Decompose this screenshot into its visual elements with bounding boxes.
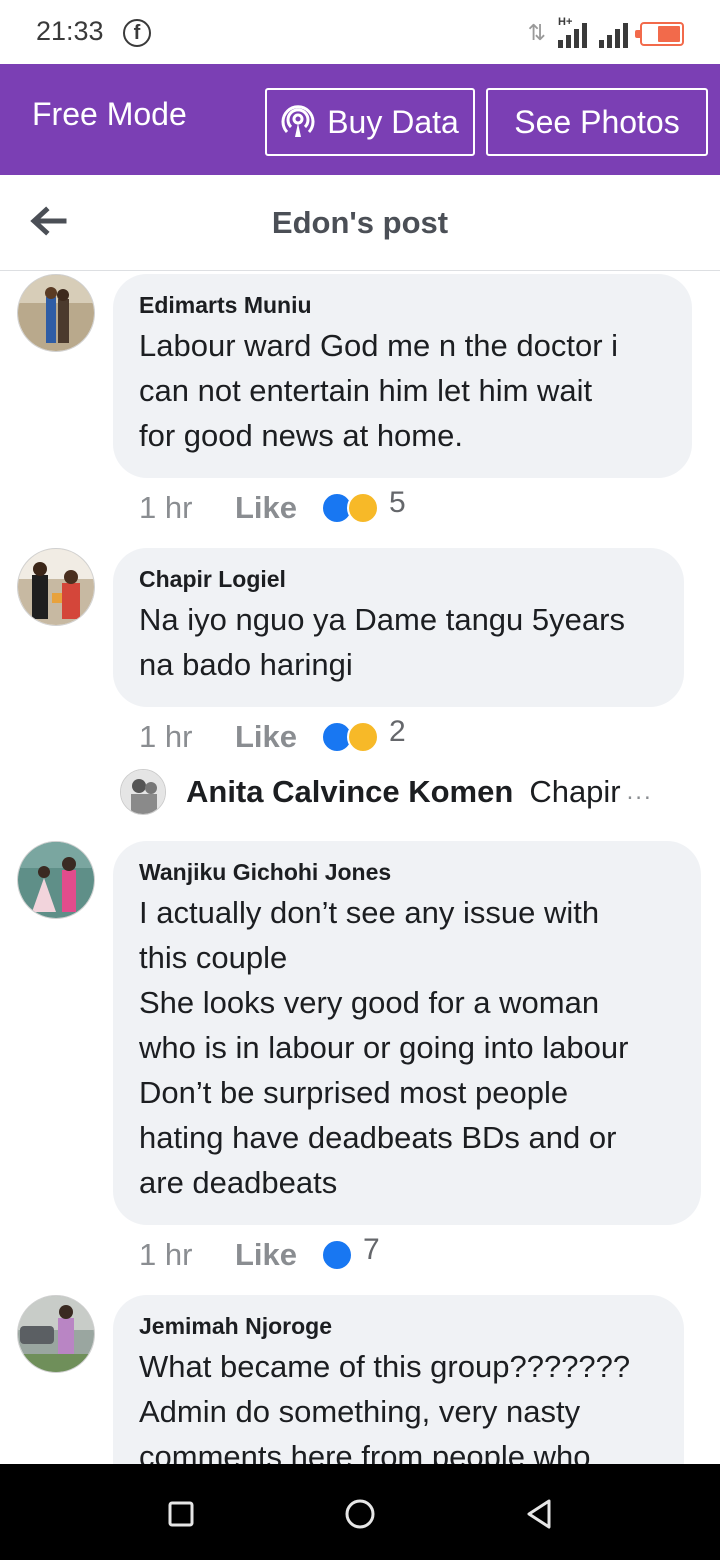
comment-time[interactable]: 1 hr: [139, 490, 235, 526]
facebook-notification-icon: f: [123, 19, 151, 47]
free-mode-label: Free Mode: [32, 96, 187, 132]
screen: 21:33 f ⇅ H+ Free Mode Buy Data See Phot…: [0, 0, 720, 1560]
comment-bubble[interactable]: Edimarts Muniu Labour ward God me n the …: [113, 274, 692, 478]
like-reaction-icon: [321, 1239, 353, 1271]
status-time: 21:33: [36, 16, 104, 46]
comment-text: Na iyo nguo ya Dame tangu 5years na bado…: [139, 602, 625, 682]
reaction-count: 2: [389, 715, 406, 748]
post-header: Edon's post: [0, 175, 720, 271]
reaction-summary[interactable]: 2: [321, 715, 406, 753]
network-type-label: H+: [558, 16, 573, 28]
reply-snippet: Chapir: [529, 774, 621, 809]
reaction-count: 5: [389, 486, 406, 519]
comment-actions: 1 hr Like 7: [139, 1233, 380, 1275]
buy-data-button[interactable]: Buy Data: [265, 88, 475, 156]
comment-author[interactable]: Wanjiku Gichohi Jones: [139, 859, 675, 886]
reaction-summary[interactable]: 5: [321, 486, 406, 524]
signal-strength-icon: [599, 22, 628, 48]
avatar[interactable]: [17, 274, 95, 352]
status-icons: ⇅ H+: [528, 16, 684, 48]
comment-bubble[interactable]: Wanjiku Gichohi Jones I actually don’t s…: [113, 841, 701, 1225]
comment-bubble[interactable]: Jemimah Njoroge What became of this grou…: [113, 1295, 684, 1464]
reply-avatar: [120, 769, 166, 815]
back-triangle-icon[interactable]: [520, 1494, 560, 1534]
comment-author[interactable]: Chapir Logiel: [139, 566, 658, 593]
avatar-photo: [18, 1296, 94, 1372]
comment-bubble[interactable]: Chapir Logiel Na iyo nguo ya Dame tangu …: [113, 548, 684, 707]
comment-actions: 1 hr Like 2: [139, 715, 406, 757]
comment-list[interactable]: Edimarts Muniu Labour ward God me n the …: [0, 272, 720, 1464]
comment-author[interactable]: Jemimah Njoroge: [139, 1313, 658, 1340]
avatar-photo: [18, 549, 94, 625]
sad-reaction-icon: [347, 721, 379, 753]
broadcast-icon: [281, 105, 315, 137]
free-mode-bar: Free Mode Buy Data See Photos: [0, 64, 720, 175]
reaction-summary[interactable]: 7: [321, 1233, 380, 1271]
comment-text: I actually don’t see any issue with this…: [139, 895, 629, 1200]
reply-author: Anita Calvince Komen: [186, 774, 514, 809]
recent-apps-icon[interactable]: [161, 1494, 201, 1534]
like-button[interactable]: Like: [235, 1237, 321, 1273]
see-photos-label: See Photos: [514, 103, 680, 140]
home-icon[interactable]: [340, 1494, 380, 1534]
reply-avatar-photo: [121, 770, 165, 814]
haha-reaction-icon: [347, 492, 379, 524]
avatar[interactable]: [17, 548, 95, 626]
see-photos-button[interactable]: See Photos: [486, 88, 708, 156]
comment-author[interactable]: Edimarts Muniu: [139, 292, 666, 319]
reaction-count: 7: [363, 1233, 380, 1266]
avatar[interactable]: [17, 1295, 95, 1373]
reply-ellipsis: ...: [626, 778, 653, 805]
comment-time[interactable]: 1 hr: [139, 1237, 235, 1273]
system-navigation-bar: [0, 1464, 720, 1560]
status-bar: 21:33 f ⇅ H+: [0, 0, 720, 64]
signal-hplus-icon: H+: [558, 16, 587, 48]
avatar[interactable]: [17, 841, 95, 919]
avatar-photo: [18, 275, 94, 351]
page-title: Edon's post: [271, 205, 449, 240]
battery-low-icon: [635, 22, 684, 46]
comment-time[interactable]: 1 hr: [139, 719, 235, 755]
comment-actions: 1 hr Like 5: [139, 486, 406, 528]
reply-preview[interactable]: Anita Calvince Komen Chapir ...: [120, 768, 653, 816]
like-button[interactable]: Like: [235, 490, 321, 526]
data-transfer-icon: ⇅: [527, 20, 546, 45]
comment-text: What became of this group??????? Admin d…: [139, 1349, 631, 1464]
comment-text: Labour ward God me n the doctor i can no…: [139, 328, 619, 453]
like-button[interactable]: Like: [235, 719, 321, 755]
buy-data-label: Buy Data: [327, 103, 459, 140]
avatar-photo: [18, 842, 94, 918]
